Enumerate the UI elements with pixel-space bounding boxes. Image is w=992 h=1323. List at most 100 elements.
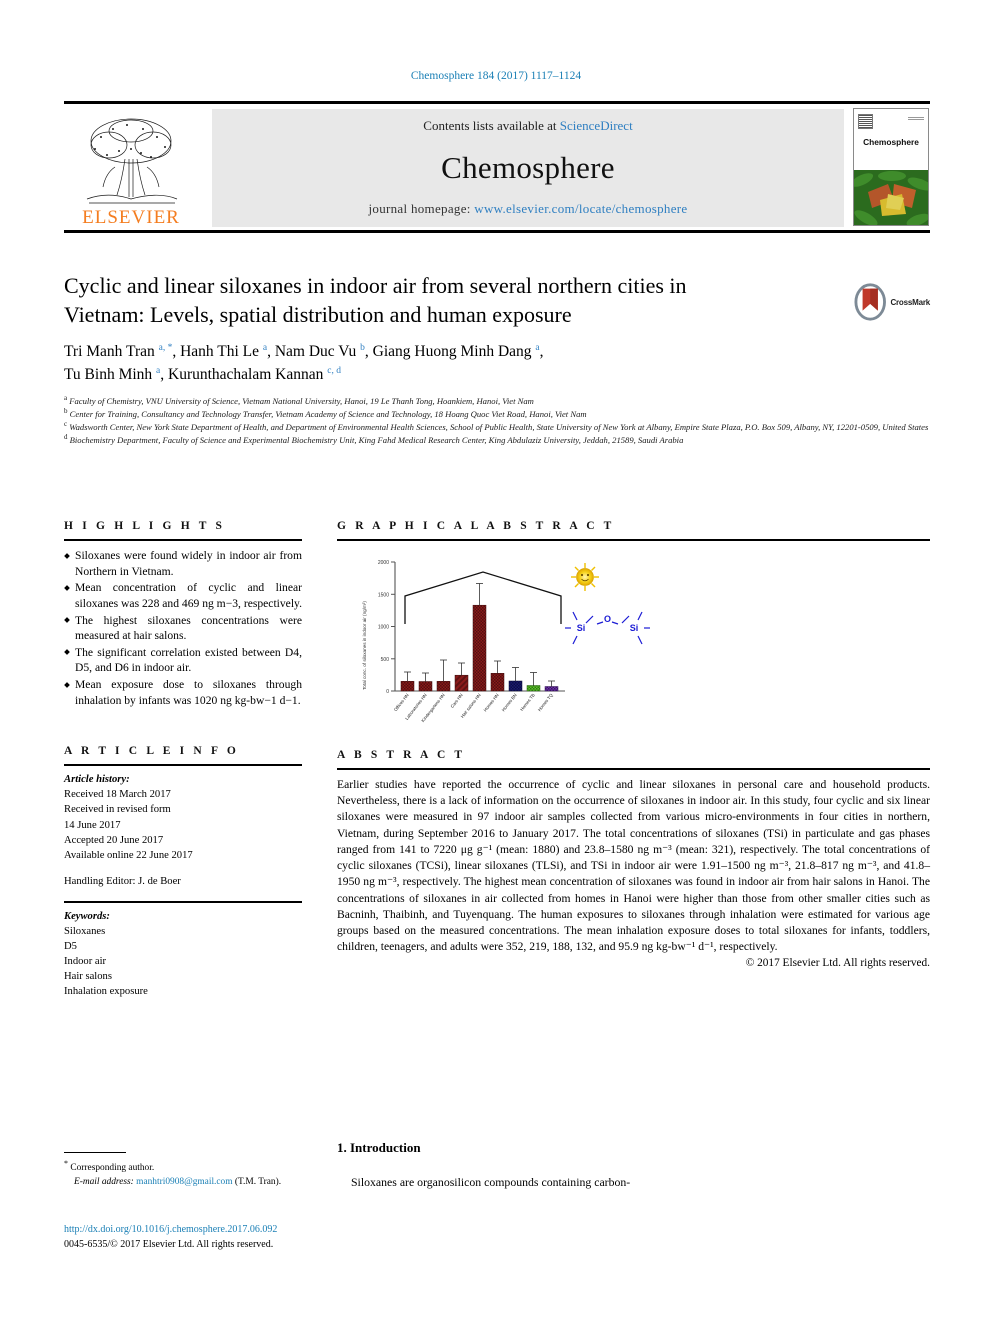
affiliations: a Faculty of Chemistry, VNU University o… [64,394,930,446]
issn-copyright-line: 0045-6535/© 2017 Elsevier Ltd. All right… [64,1239,274,1250]
article-history: Article history: Received 18 March 2017 … [64,772,302,888]
affiliation-a: a Faculty of Chemistry, VNU University o… [64,394,534,406]
homepage-prefix: journal homepage: [368,201,475,216]
author-list: Tri Manh Tran a, *, Hanh Thi Le a, Nam D… [64,343,544,383]
left-column: H I G H L I G H T S Siloxanes were found… [64,520,302,999]
doi-block: http://dx.doi.org/10.1016/j.chemosphere.… [64,1222,384,1252]
history-item: Available online 22 June 2017 [64,849,193,861]
crossmark-icon [854,283,886,321]
corresponding-author-footnote: * Corresponding author. E-mail address: … [64,1152,302,1189]
table-row [526,685,541,692]
affiliation-b: b Center for Training, Consultancy and T… [64,407,587,420]
article-history-label: Article history: [64,774,130,786]
keyword-item: D5 [64,940,77,952]
contents-prefix: Contents lists available at [423,118,560,133]
molecule-atom-labels: Si O Si [577,614,639,633]
affiliation-d-text: Biochemistry Department, Faculty of Scie… [69,435,684,446]
svg-text:500: 500 [381,657,390,663]
journal-homepage-line: journal homepage: www.elsevier.com/locat… [368,201,687,217]
highlights-heading: H I G H L I G H T S [64,520,226,532]
table-row [454,674,469,692]
keyword-item: Hair salons [64,970,112,982]
journal-masthead: ELSEVIER Contents lists available at Sci… [64,101,930,233]
introduction-first-paragraph: Siloxanes are organosilicon compounds co… [351,1175,631,1189]
svg-text:Homes TQ: Homes TQ [537,692,554,712]
masthead-top-rule [64,101,930,104]
history-item: 14 June 2017 [64,819,121,831]
list-item: Siloxanes were found widely in indoor ai… [64,548,302,579]
highlights-list: Siloxanes were found widely in indoor ai… [64,548,302,708]
elsevier-wordmark: ELSEVIER [82,207,180,228]
y-tick-labels: 0 500 1000 1500 2000 [378,560,389,695]
keywords-label: Keywords: [64,910,110,922]
list-item: The highest siloxanes concentrations wer… [64,613,302,644]
cover-artwork [854,170,928,225]
graphical-abstract-heading: G R A P H I C A L A B S T R A C T [337,520,615,532]
cover-journal-title: Chemosphere [863,137,919,147]
doi-link[interactable]: http://dx.doi.org/10.1016/j.chemosphere.… [64,1222,384,1237]
masthead-center: Contents lists available at ScienceDirec… [212,109,844,227]
si-right-label: Si [630,623,639,633]
table-row [436,681,451,692]
crossmark-badge[interactable]: CrossMark [854,280,930,324]
corresponding-author-line: * Corresponding author. [64,1158,302,1175]
title-block: Cyclic and linear siloxanes in indoor ai… [64,272,930,446]
svg-text:Homes BN: Homes BN [501,693,518,713]
sciencedirect-link[interactable]: ScienceDirect [560,118,633,133]
article-info-heading: A R T I C L E I N F O [64,745,239,758]
article-info-rule [64,764,302,767]
cover-elsevier-mark-icon [858,114,873,129]
bar-series [400,604,559,692]
table-row [400,681,415,692]
masthead-bottom-rule [64,230,930,233]
table-row [544,686,559,692]
keywords-block: Keywords: Siloxanes D5 Indoor air Hair s… [64,909,302,999]
graphical-abstract-figure: 0 500 1000 1500 2000 Total conc. of silo… [337,547,930,735]
affiliation-c: c Wadsworth Center, New York State Depar… [64,420,929,433]
introduction-section: 1. Introduction Siloxanes are organosili… [337,1140,930,1191]
journal-cover-thumbnail: Chemosphere [853,108,929,226]
elsevier-tree-icon [86,118,178,204]
abstract-text: Earlier studies have reported the occurr… [337,778,930,954]
svg-text:Cars HN: Cars HN [449,693,463,709]
affiliation-c-text: Wadsworth Center, New York State Departm… [69,422,929,433]
list-item: Mean concentration of cyclic and linear … [64,580,302,611]
si-left-label: Si [577,623,586,633]
cover-barcode-icon [908,116,924,120]
handling-editor: Handling Editor: J. de Boer [64,875,181,887]
elsevier-logo: ELSEVIER [66,109,196,227]
introduction-heading: 1. Introduction [337,1140,421,1155]
journal-title: Chemosphere [441,149,615,185]
x-tick-labels: Offices HN Laboratories HN Kindergartens… [393,692,554,723]
svg-text:2000: 2000 [378,560,389,566]
affiliation-a-text: Faculty of Chemistry, VNU University of … [69,395,534,406]
table-row [418,681,433,692]
history-item: Accepted 20 June 2017 [64,834,164,846]
table-row [490,673,505,692]
footnote-rule [64,1152,126,1153]
history-item: Received in revised form [64,804,171,816]
keyword-item: Siloxanes [64,925,106,937]
sun-icon [571,563,599,591]
email-owner: (T.M. Tran). [234,1177,282,1188]
table-row [472,604,487,692]
email-link[interactable]: manhtri0908@gmail.com [136,1177,232,1187]
history-item: Received 18 March 2017 [64,789,171,801]
graphical-abstract-rule [337,539,930,541]
highlights-rule [64,539,302,541]
asterisk-marker: * [64,1159,68,1168]
keyword-item: Inhalation exposure [64,985,148,997]
affiliation-d: d Biochemistry Department, Faculty of Sc… [64,433,684,446]
page-title: Cyclic and linear siloxanes in indoor ai… [64,273,687,327]
keywords-rule [64,900,302,903]
abstract-rule [337,768,930,770]
running-head: Chemosphere 184 (2017) 1117–1124 [410,70,582,82]
siloxane-bar-chart: 0 500 1000 1500 2000 Total conc. of silo… [353,550,653,735]
svg-text:Homes TB: Homes TB [519,692,536,711]
bar-chart-svg: 0 500 1000 1500 2000 Total conc. of silo… [362,560,650,723]
svg-text:1500: 1500 [378,592,389,598]
svg-text:1000: 1000 [378,625,389,631]
journal-article-page: Chemosphere 184 (2017) 1117–1124 ELSEVIE… [0,0,992,1323]
homepage-url-link[interactable]: www.elsevier.com/locate/chemosphere [474,201,687,216]
email-line: E-mail address: manhtri0908@gmail.com (T… [64,1175,302,1189]
